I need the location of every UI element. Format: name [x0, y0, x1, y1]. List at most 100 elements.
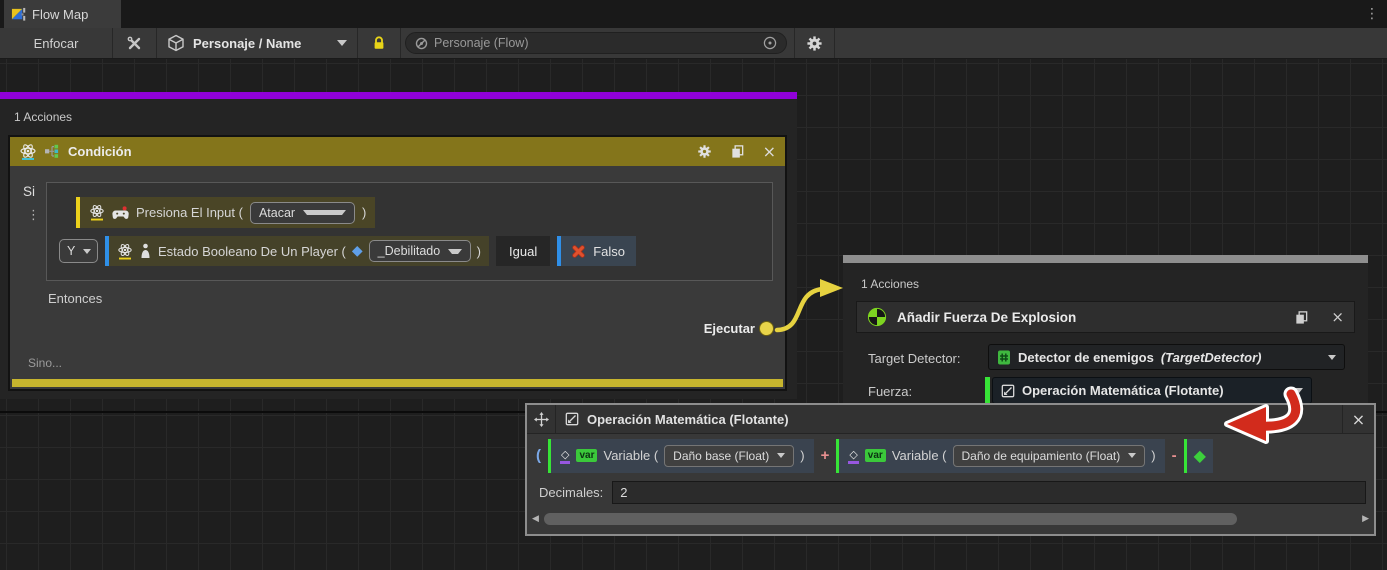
- comparator-value: Igual: [509, 244, 537, 259]
- condition-text: Presiona El Input (: [136, 205, 243, 220]
- explosion-node-header[interactable]: Añadir Fuerza De Explosion ×: [856, 301, 1355, 333]
- radial-icon: [867, 307, 887, 327]
- gear-icon[interactable]: [697, 144, 712, 159]
- operand-variable[interactable]: ◇ var Variable ( Daño de equipamiento (F…: [836, 439, 1164, 473]
- actions-count-label: 1 Acciones: [14, 110, 72, 124]
- lock-button[interactable]: [358, 28, 401, 58]
- drag-handle-icon[interactable]: ⋮: [27, 208, 40, 223]
- hash-script-icon: [997, 350, 1011, 365]
- chevron-down-icon: [1128, 453, 1136, 458]
- value-color-bar: [985, 377, 990, 404]
- condition-node[interactable]: Condición: [8, 135, 787, 391]
- target-dropdown[interactable]: Personaje / Name: [157, 28, 358, 58]
- chevron-down-icon: [777, 453, 785, 458]
- explosion-actions-panel: 1 Acciones Añadir Fuerza De Explosion × …: [843, 255, 1368, 405]
- atom-icon: [19, 143, 37, 161]
- flow-search-field[interactable]: Personaje (Flow): [405, 32, 787, 54]
- chevron-down-icon: [1328, 355, 1336, 360]
- input-dropdown[interactable]: Atacar: [250, 202, 355, 224]
- condition-text-close: ): [477, 244, 481, 259]
- condition-text: Estado Booleano De Un Player (: [158, 244, 346, 259]
- math-op-icon: [565, 412, 579, 426]
- fuerza-label: Fuerza:: [868, 384, 912, 399]
- joiner-dropdown[interactable]: Y: [59, 239, 98, 263]
- target-icon[interactable]: [763, 36, 777, 50]
- fuerza-value: Operación Matemática (Flotante): [1022, 383, 1288, 398]
- chevron-down-icon: [83, 249, 91, 254]
- close-icon[interactable]: ×: [763, 144, 776, 160]
- popup-title: Operación Matemática (Flotante): [587, 412, 1342, 427]
- panel-accent-bar: [0, 92, 797, 99]
- condition-node-title: Condición: [68, 144, 690, 159]
- variable-dropdown[interactable]: Daño de equipamiento (Float): [953, 445, 1146, 467]
- flow-map-window: Flow Map ⋮ Enfocar: [0, 0, 1387, 570]
- input-dropdown-value: Atacar: [259, 206, 295, 220]
- condition-text-close: ): [362, 205, 366, 220]
- compare-value[interactable]: Falso: [557, 236, 636, 266]
- tab-flow-map[interactable]: Flow Map: [4, 0, 121, 28]
- decimals-input[interactable]: [612, 481, 1366, 504]
- formula-row: ( ◇ var Variable ( Daño base (Float) ) +: [527, 434, 1374, 477]
- condition-node-header[interactable]: Condición: [10, 137, 785, 166]
- diamond-outline-icon: ◇: [560, 448, 570, 464]
- focus-button[interactable]: Enfocar: [0, 28, 113, 58]
- else-label: Sino...: [28, 356, 62, 370]
- comparator-dropdown[interactable]: Igual: [496, 236, 550, 266]
- open-paren: (: [536, 447, 541, 464]
- kebab-menu-icon[interactable]: ⋮: [1365, 5, 1379, 23]
- execute-label: Ejecutar: [704, 321, 755, 336]
- scroll-right-icon[interactable]: ▶: [1362, 514, 1369, 524]
- settings-button[interactable]: [794, 28, 835, 58]
- condition-row[interactable]: Presiona El Input ( Atacar ): [76, 197, 375, 228]
- variable-dropdown[interactable]: Daño base (Float): [664, 445, 794, 467]
- fuerza-dropdown[interactable]: Operación Matemática (Flotante): [992, 377, 1312, 404]
- math-operation-popup: Operación Matemática (Flotante) × ( ◇ va…: [525, 403, 1376, 536]
- target-detector-value: Detector de enemigos: [1018, 350, 1154, 365]
- decimals-row: Decimales:: [527, 477, 1374, 508]
- scroll-left-icon[interactable]: ◀: [532, 514, 539, 524]
- condition-row[interactable]: Y: [59, 236, 636, 266]
- plus-operator[interactable]: +: [821, 447, 830, 464]
- var-badge-icon: var: [576, 449, 597, 462]
- minus-operator[interactable]: -: [1172, 447, 1177, 464]
- horizontal-scrollbar[interactable]: ◀ ▶: [527, 508, 1374, 530]
- actions-count-label: 1 Acciones: [861, 277, 919, 291]
- branch-icon: [44, 143, 61, 160]
- tab-label: Flow Map: [32, 7, 88, 22]
- compare-value-label: Falso: [593, 244, 625, 259]
- joiner-value: Y: [67, 244, 75, 258]
- move-icon[interactable]: [527, 405, 556, 433]
- target-detector-label: Target Detector:: [868, 351, 961, 366]
- chevron-down-icon: [448, 249, 461, 254]
- tools-button[interactable]: [113, 28, 157, 58]
- scrollbar-track[interactable]: [543, 512, 1358, 526]
- operand-close: ): [800, 448, 804, 463]
- close-icon[interactable]: ×: [1342, 405, 1374, 433]
- conditions-list: Presiona El Input ( Atacar ) Y: [46, 182, 773, 281]
- variable-dropdown-value: Daño de equipamiento (Float): [962, 449, 1121, 463]
- target-detector-dropdown[interactable]: Detector de enemigos (TargetDetector): [988, 344, 1345, 370]
- operand-label: Variable (: [603, 448, 658, 463]
- close-icon[interactable]: ×: [1331, 309, 1344, 325]
- copy-icon[interactable]: [1294, 310, 1309, 325]
- decimals-label: Decimales:: [539, 485, 603, 500]
- panel-top-bar: [843, 255, 1368, 263]
- toolbar: Enfocar: [0, 28, 1387, 59]
- operand-variable[interactable]: ◇ var Variable ( Daño base (Float) ): [548, 439, 814, 473]
- gamepad-icon: [112, 205, 129, 221]
- node-footer-bar: [12, 379, 783, 387]
- execute-output-port[interactable]: [759, 321, 774, 336]
- bool-dropdown[interactable]: _Debilitado: [369, 240, 471, 262]
- copy-icon[interactable]: [730, 144, 745, 159]
- player-icon: [139, 243, 152, 259]
- then-label: Entonces: [48, 291, 102, 306]
- false-x-icon: [572, 245, 585, 258]
- operand-label: Variable (: [892, 448, 947, 463]
- bool-diamond-icon: ◆: [352, 243, 363, 259]
- diamond-outline-icon: ◇: [848, 448, 858, 464]
- operand-value[interactable]: ◆: [1184, 439, 1213, 473]
- variable-dropdown-value: Daño base (Float): [673, 449, 769, 463]
- popup-title-bar[interactable]: Operación Matemática (Flotante) ×: [527, 405, 1374, 434]
- scrollbar-thumb[interactable]: [544, 513, 1237, 525]
- tab-bar: Flow Map ⋮: [0, 0, 1387, 28]
